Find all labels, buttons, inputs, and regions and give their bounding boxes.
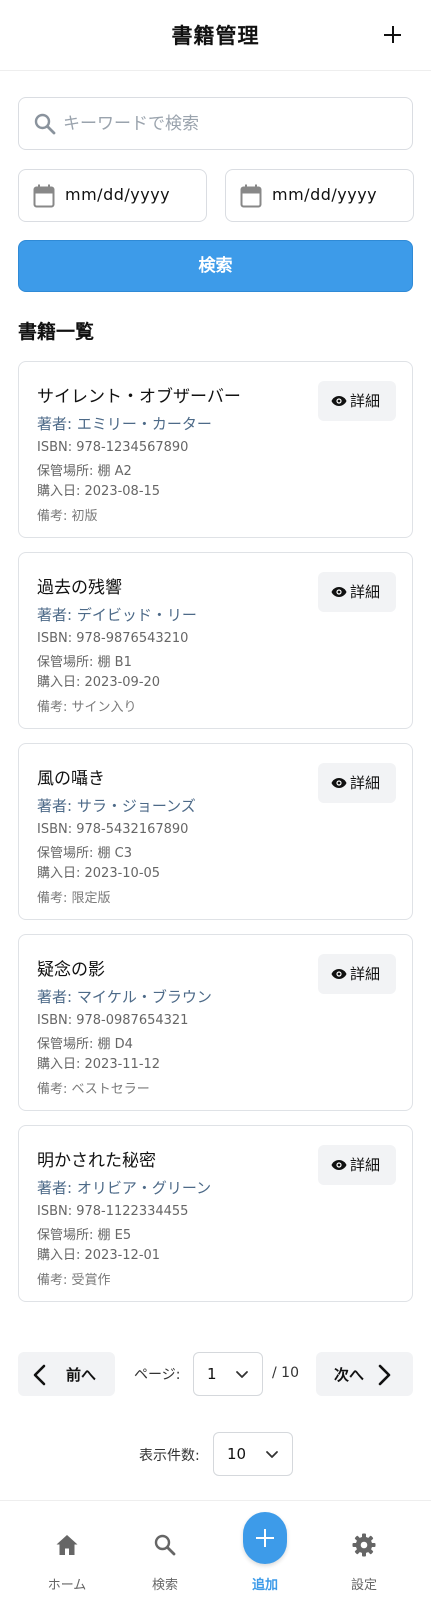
book-author: 著者: マイケル・ブラウン bbox=[37, 988, 212, 1006]
date-to-value: mm/dd/yyyy bbox=[272, 185, 378, 204]
book-isbn: ISBN: 978-1122334455 bbox=[37, 1204, 189, 1219]
book-title: 疑念の影 bbox=[37, 960, 105, 980]
book-notes: 備考: サイン入り bbox=[37, 700, 137, 715]
per-page-select[interactable]: 10 bbox=[213, 1432, 293, 1476]
book-notes: 備考: 限定版 bbox=[37, 891, 111, 906]
book-title: 風の囁き bbox=[37, 769, 105, 789]
book-isbn: ISBN: 978-9876543210 bbox=[37, 631, 189, 646]
book-purchase-date: 購入日: 2023-09-20 bbox=[37, 675, 161, 690]
book-card: 明かされた秘密 著者: オリビア・グリーン ISBN: 978-11223344… bbox=[18, 1125, 413, 1302]
bottom-nav: ホーム 検索 追加 設定 bbox=[0, 1500, 431, 1600]
nav-add[interactable]: 追加 bbox=[215, 1501, 315, 1600]
book-author: 著者: オリビア・グリーン bbox=[37, 1179, 212, 1197]
app-header: 書籍管理 bbox=[0, 0, 431, 71]
search-input-wrapper[interactable] bbox=[18, 97, 413, 150]
search-input[interactable] bbox=[63, 98, 403, 149]
calendar-icon bbox=[33, 184, 55, 208]
date-to-field[interactable]: mm/dd/yyyy bbox=[225, 169, 414, 222]
chevron-down-icon bbox=[236, 1371, 248, 1378]
chevron-right-icon bbox=[378, 1364, 391, 1386]
detail-button[interactable]: 詳細 bbox=[318, 954, 396, 994]
plus-icon[interactable] bbox=[380, 22, 406, 48]
book-card: 過去の残響 著者: デイビッド・リー ISBN: 978-9876543210 … bbox=[18, 552, 413, 729]
nav-settings[interactable]: 設定 bbox=[314, 1501, 414, 1600]
search-icon bbox=[154, 1534, 176, 1556]
page-title: 書籍管理 bbox=[171, 24, 260, 48]
book-purchase-date: 購入日: 2023-08-15 bbox=[37, 484, 161, 499]
gear-icon bbox=[352, 1533, 376, 1557]
book-title: 過去の残響 bbox=[37, 578, 122, 598]
add-fab-button[interactable] bbox=[243, 1512, 287, 1564]
date-from-field[interactable]: mm/dd/yyyy bbox=[18, 169, 207, 222]
book-notes: 備考: 受賞作 bbox=[37, 1273, 111, 1288]
detail-button[interactable]: 詳細 bbox=[318, 381, 396, 421]
nav-add-label: 追加 bbox=[251, 1578, 278, 1593]
per-page-label: 表示件数: bbox=[139, 1448, 200, 1464]
book-location: 保管場所: 棚 E5 bbox=[37, 1228, 132, 1243]
book-location: 保管場所: 棚 B1 bbox=[37, 655, 132, 670]
detail-label: 詳細 bbox=[350, 392, 381, 410]
current-page-value: 1 bbox=[207, 1365, 217, 1383]
eye-icon bbox=[331, 969, 347, 979]
book-card: 疑念の影 著者: マイケル・ブラウン ISBN: 978-0987654321 … bbox=[18, 934, 413, 1111]
eye-icon bbox=[331, 1160, 347, 1170]
eye-icon bbox=[331, 587, 347, 597]
eye-icon bbox=[331, 778, 347, 788]
detail-button[interactable]: 詳細 bbox=[318, 572, 396, 612]
per-page-value: 10 bbox=[227, 1445, 247, 1463]
nav-settings-label: 設定 bbox=[350, 1578, 377, 1593]
book-isbn: ISBN: 978-0987654321 bbox=[37, 1013, 189, 1028]
book-purchase-date: 購入日: 2023-12-01 bbox=[37, 1248, 161, 1263]
book-purchase-date: 購入日: 2023-11-12 bbox=[37, 1057, 161, 1072]
book-card: 風の囁き 著者: サラ・ジョーンズ ISBN: 978-5432167890 保… bbox=[18, 743, 413, 920]
book-title: 明かされた秘密 bbox=[37, 1151, 156, 1171]
detail-button[interactable]: 詳細 bbox=[318, 1145, 396, 1185]
next-page-button[interactable]: 次へ bbox=[316, 1352, 413, 1396]
prev-page-button[interactable]: 前へ bbox=[18, 1352, 115, 1396]
calendar-icon bbox=[240, 184, 262, 208]
total-pages: / 10 bbox=[272, 1365, 299, 1381]
nav-home[interactable]: ホーム bbox=[17, 1501, 117, 1600]
search-button[interactable]: 検索 bbox=[18, 240, 413, 292]
detail-label: 詳細 bbox=[350, 1156, 381, 1174]
book-card: サイレント・オブザーバー 著者: エミリー・カーター ISBN: 978-123… bbox=[18, 361, 413, 538]
nav-search-label: 検索 bbox=[151, 1578, 178, 1593]
nav-home-label: ホーム bbox=[47, 1578, 87, 1593]
book-notes: 備考: 初版 bbox=[37, 509, 98, 524]
book-list-title: 書籍一覧 bbox=[18, 321, 95, 343]
page-select[interactable]: 1 bbox=[193, 1352, 263, 1396]
book-isbn: ISBN: 978-1234567890 bbox=[37, 440, 189, 455]
book-isbn: ISBN: 978-5432167890 bbox=[37, 822, 189, 837]
prev-page-label: 前へ bbox=[66, 1366, 97, 1384]
eye-icon bbox=[331, 396, 347, 406]
detail-label: 詳細 bbox=[350, 583, 381, 601]
book-author: 著者: サラ・ジョーンズ bbox=[37, 797, 196, 815]
detail-label: 詳細 bbox=[350, 965, 381, 983]
book-notes: 備考: ベストセラー bbox=[37, 1082, 150, 1097]
home-icon bbox=[56, 1535, 78, 1555]
detail-button[interactable]: 詳細 bbox=[318, 763, 396, 803]
nav-search[interactable]: 検索 bbox=[115, 1501, 215, 1600]
book-author: 著者: デイビッド・リー bbox=[37, 606, 197, 624]
chevron-left-icon bbox=[33, 1364, 46, 1386]
next-page-label: 次へ bbox=[334, 1366, 365, 1384]
book-author: 著者: エミリー・カーター bbox=[37, 415, 212, 433]
book-purchase-date: 購入日: 2023-10-05 bbox=[37, 866, 161, 881]
book-location: 保管場所: 棚 C3 bbox=[37, 846, 132, 861]
chevron-down-icon bbox=[266, 1451, 278, 1458]
date-from-value: mm/dd/yyyy bbox=[65, 185, 171, 204]
book-location: 保管場所: 棚 A2 bbox=[37, 464, 132, 479]
search-icon bbox=[34, 113, 56, 135]
book-location: 保管場所: 棚 D4 bbox=[37, 1037, 133, 1052]
detail-label: 詳細 bbox=[350, 774, 381, 792]
book-title: サイレント・オブザーバー bbox=[37, 387, 241, 407]
page-label: ページ: bbox=[134, 1367, 181, 1383]
